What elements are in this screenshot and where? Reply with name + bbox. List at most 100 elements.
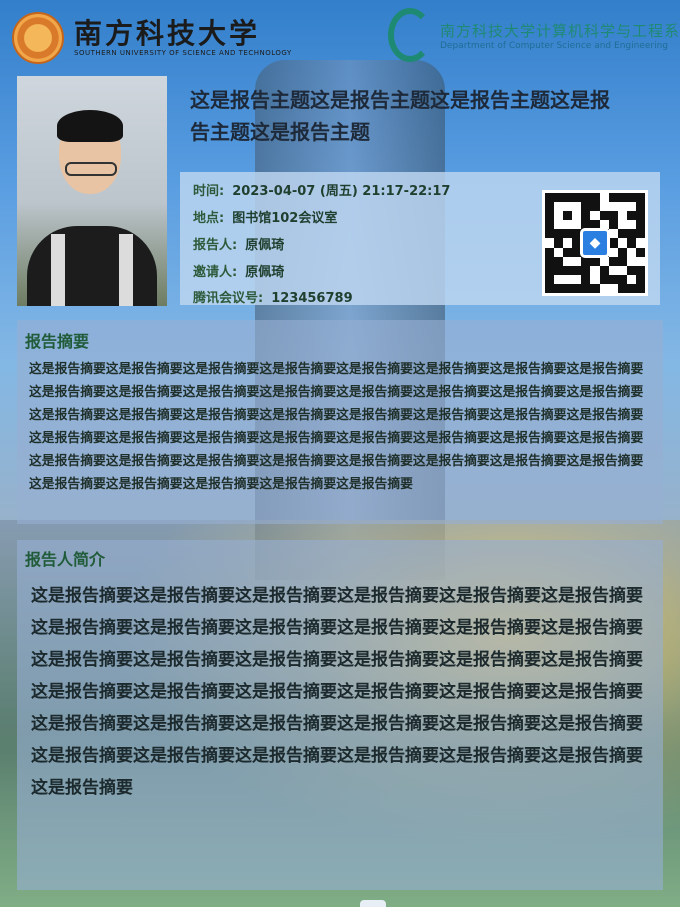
speaker-body — [27, 226, 157, 306]
bio-panel: 报告人简介 这是报告摘要这是报告摘要这是报告摘要这是报告摘要这是报告摘要这是报告… — [17, 540, 663, 890]
host-row: 邀请人: 原佩琦 — [193, 261, 284, 280]
department-name-cn: 南方科技大学计算机科学与工程系 — [440, 21, 680, 40]
qr-module — [563, 257, 572, 266]
qr-module — [618, 238, 627, 247]
bio-heading: 报告人简介 — [25, 550, 106, 569]
qr-module — [572, 220, 581, 229]
qr-module — [626, 211, 636, 221]
host-label: 邀请人: — [193, 265, 238, 280]
qr-module — [563, 247, 573, 257]
qr-module — [608, 211, 618, 221]
qr-module — [545, 265, 555, 275]
qr-module — [572, 257, 581, 266]
qr-module — [617, 256, 627, 266]
info-panel: 时间: 2023-04-07 (周五) 21:17-22:17 地点: 图书馆102… — [180, 172, 660, 306]
qr-module — [563, 265, 573, 275]
qr-module — [545, 193, 555, 203]
meeting-row[interactable]: 腾讯会议号: 123456789 — [193, 287, 353, 306]
qr-module — [635, 283, 645, 293]
qr-module — [581, 274, 591, 284]
qr-module — [608, 220, 618, 230]
qr-module — [563, 202, 572, 211]
university-name-cn: 南方科技大学 — [74, 17, 261, 50]
qr-module — [572, 211, 581, 220]
qr-module — [563, 275, 572, 284]
university-logo: 南方科技大学 SOUTHERN UNIVERSITY OF SCIENCE AN… — [12, 10, 292, 66]
qr-module — [572, 202, 581, 211]
qr-module — [635, 202, 645, 212]
qr-module — [545, 229, 555, 239]
qr-module — [617, 229, 627, 239]
department-name-en: Department of Computer Science and Engin… — [440, 40, 669, 51]
qr-module — [599, 274, 609, 284]
backpack-strap-right — [119, 234, 133, 306]
qr-module — [563, 211, 573, 221]
qr-module — [572, 275, 581, 284]
qr-module — [608, 256, 618, 266]
qr-module — [608, 274, 618, 284]
qr-module — [554, 211, 563, 220]
qr-module — [635, 193, 645, 203]
university-name-en: SOUTHERN UNIVERSITY OF SCIENCE AND TECHN… — [74, 49, 292, 57]
qr-module — [618, 202, 627, 211]
qr-module — [545, 202, 555, 212]
meeting-id[interactable]: 123456789 — [271, 291, 352, 306]
scroll-down-handle[interactable] — [360, 900, 386, 907]
qr-module — [545, 274, 555, 284]
qr-module — [635, 247, 645, 257]
time-value: 2023-04-07 (周五) 21:17-22:17 — [232, 184, 451, 199]
qr-module — [590, 193, 600, 203]
qr-module — [554, 283, 564, 293]
qr-module — [626, 229, 636, 239]
department-ring-icon — [388, 8, 432, 62]
speaker-value: 原佩琦 — [245, 238, 285, 253]
qr-module — [626, 193, 636, 203]
qr-module — [581, 202, 591, 212]
qr-module — [617, 247, 627, 257]
qr-module — [554, 238, 564, 248]
qr-module — [617, 283, 627, 293]
place-row: 地点: 图书馆102会议室 — [193, 207, 337, 226]
qr-module — [581, 211, 591, 221]
qr-module — [627, 248, 636, 257]
qr-module — [554, 275, 563, 284]
qr-module — [563, 220, 572, 229]
qr-module — [545, 211, 555, 221]
qr-module — [617, 193, 627, 203]
qr-module — [618, 220, 627, 229]
qr-module — [626, 283, 636, 293]
qr-module — [609, 202, 618, 211]
meeting-qr-code[interactable]: ◆ — [542, 190, 648, 296]
abstract-heading: 报告摘要 — [25, 332, 90, 351]
qr-module — [600, 284, 609, 293]
backpack-strap-left — [51, 234, 65, 306]
host-value: 原佩琦 — [245, 265, 285, 280]
qr-module — [627, 202, 636, 211]
meeting-label: 腾讯会议号: — [193, 291, 264, 306]
speaker-row: 报告人: 原佩琦 — [193, 234, 284, 253]
qr-module — [627, 275, 636, 284]
qr-module — [590, 275, 599, 284]
qr-module — [581, 283, 591, 293]
department-logo: 南方科技大学计算机科学与工程系 Department of Computer S… — [388, 8, 680, 62]
qr-module — [554, 202, 563, 211]
qr-module — [635, 211, 645, 221]
qr-module — [572, 283, 582, 293]
qr-module — [636, 257, 645, 266]
qr-module — [545, 220, 555, 230]
qr-module — [545, 283, 555, 293]
bio-text: 这是报告摘要这是报告摘要这是报告摘要这是报告摘要这是报告摘要这是报告摘要这是报告… — [31, 586, 643, 798]
qr-module — [554, 220, 563, 229]
qr-module — [545, 247, 555, 257]
qr-module — [608, 193, 618, 203]
qr-module — [635, 265, 645, 275]
qr-module — [635, 274, 645, 284]
qr-module — [545, 238, 554, 247]
qr-module — [545, 256, 555, 266]
qr-module — [554, 265, 564, 275]
qr-module — [554, 229, 564, 239]
time-row: 时间: 2023-04-07 (周五) 21:17-22:17 — [193, 180, 450, 199]
qr-module — [617, 274, 627, 284]
qr-module — [626, 238, 636, 248]
qr-module — [635, 229, 645, 239]
